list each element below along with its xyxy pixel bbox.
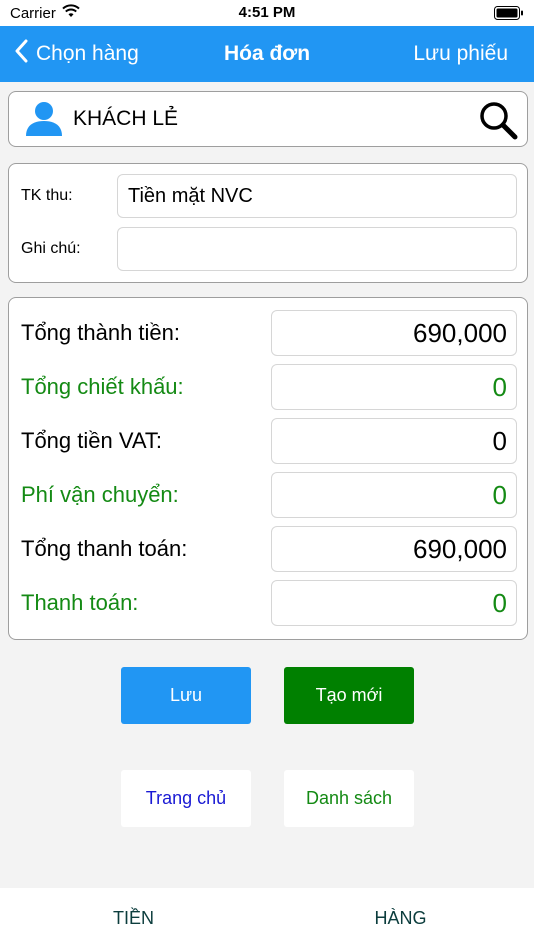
account-row: TK thu: Tiền mặt NVC	[9, 174, 527, 218]
search-icon[interactable]	[477, 99, 519, 141]
total-payment-row: Tổng thanh toán: 690,000	[9, 526, 527, 572]
back-label: Chọn hàng	[36, 42, 139, 65]
totals-card: Tổng thành tiền: 690,000 Tổng chiết khấu…	[8, 297, 528, 640]
paid-amount-row: Thanh toán: 0	[9, 580, 527, 626]
home-button[interactable]: Trang chủ	[121, 770, 251, 827]
total-payment-value: 690,000	[271, 526, 517, 572]
paid-amount-value[interactable]: 0	[271, 580, 517, 626]
tab-money[interactable]: TIỀN	[0, 888, 267, 950]
back-button[interactable]: Chọn hàng	[14, 26, 139, 82]
note-row: Ghi chú:	[9, 227, 527, 271]
total-amount-value: 690,000	[271, 310, 517, 356]
shipping-fee-value[interactable]: 0	[271, 472, 517, 518]
tab-goods[interactable]: HÀNG	[267, 888, 534, 950]
nav-bar: Chọn hàng Hóa đơn Lưu phiếu	[0, 26, 534, 82]
note-field[interactable]	[117, 227, 517, 271]
total-vat-value: 0	[271, 418, 517, 464]
total-discount-value[interactable]: 0	[271, 364, 517, 410]
total-vat-row: Tổng tiền VAT: 0	[9, 418, 527, 464]
total-vat-label: Tổng tiền VAT:	[21, 428, 163, 453]
back-chevron-icon	[14, 39, 28, 69]
user-icon	[25, 101, 63, 142]
battery-icon	[494, 6, 524, 24]
total-discount-label: Tổng chiết khấu:	[21, 374, 184, 399]
total-amount-label: Tổng thành tiền:	[21, 320, 181, 345]
save-button[interactable]: Lưu	[121, 667, 251, 724]
list-button[interactable]: Danh sách	[284, 770, 414, 827]
total-discount-row: Tổng chiết khấu: 0	[9, 364, 527, 410]
account-label: TK thu:	[21, 187, 73, 204]
note-label: Ghi chú:	[21, 240, 81, 257]
total-amount-row: Tổng thành tiền: 690,000	[9, 310, 527, 356]
shipping-fee-label: Phí vận chuyển:	[21, 482, 179, 507]
account-field[interactable]: Tiền mặt NVC	[117, 174, 517, 218]
shipping-fee-row: Phí vận chuyển: 0	[9, 472, 527, 518]
paid-amount-label: Thanh toán:	[21, 590, 139, 615]
create-new-button[interactable]: Tạo mới	[284, 667, 414, 724]
customer-name: KHÁCH LẺ	[73, 107, 179, 130]
payment-info-card: TK thu: Tiền mặt NVC Ghi chú:	[8, 163, 528, 283]
total-payment-label: Tổng thanh toán:	[21, 536, 188, 561]
customer-selector[interactable]: KHÁCH LẺ	[8, 91, 528, 147]
clock: 4:51 PM	[238, 4, 296, 21]
save-voucher-button[interactable]: Lưu phiếu	[413, 26, 508, 82]
status-bar: Carrier 4:51 PM	[0, 0, 534, 26]
tab-bar: TIỀN HÀNG	[0, 888, 534, 950]
